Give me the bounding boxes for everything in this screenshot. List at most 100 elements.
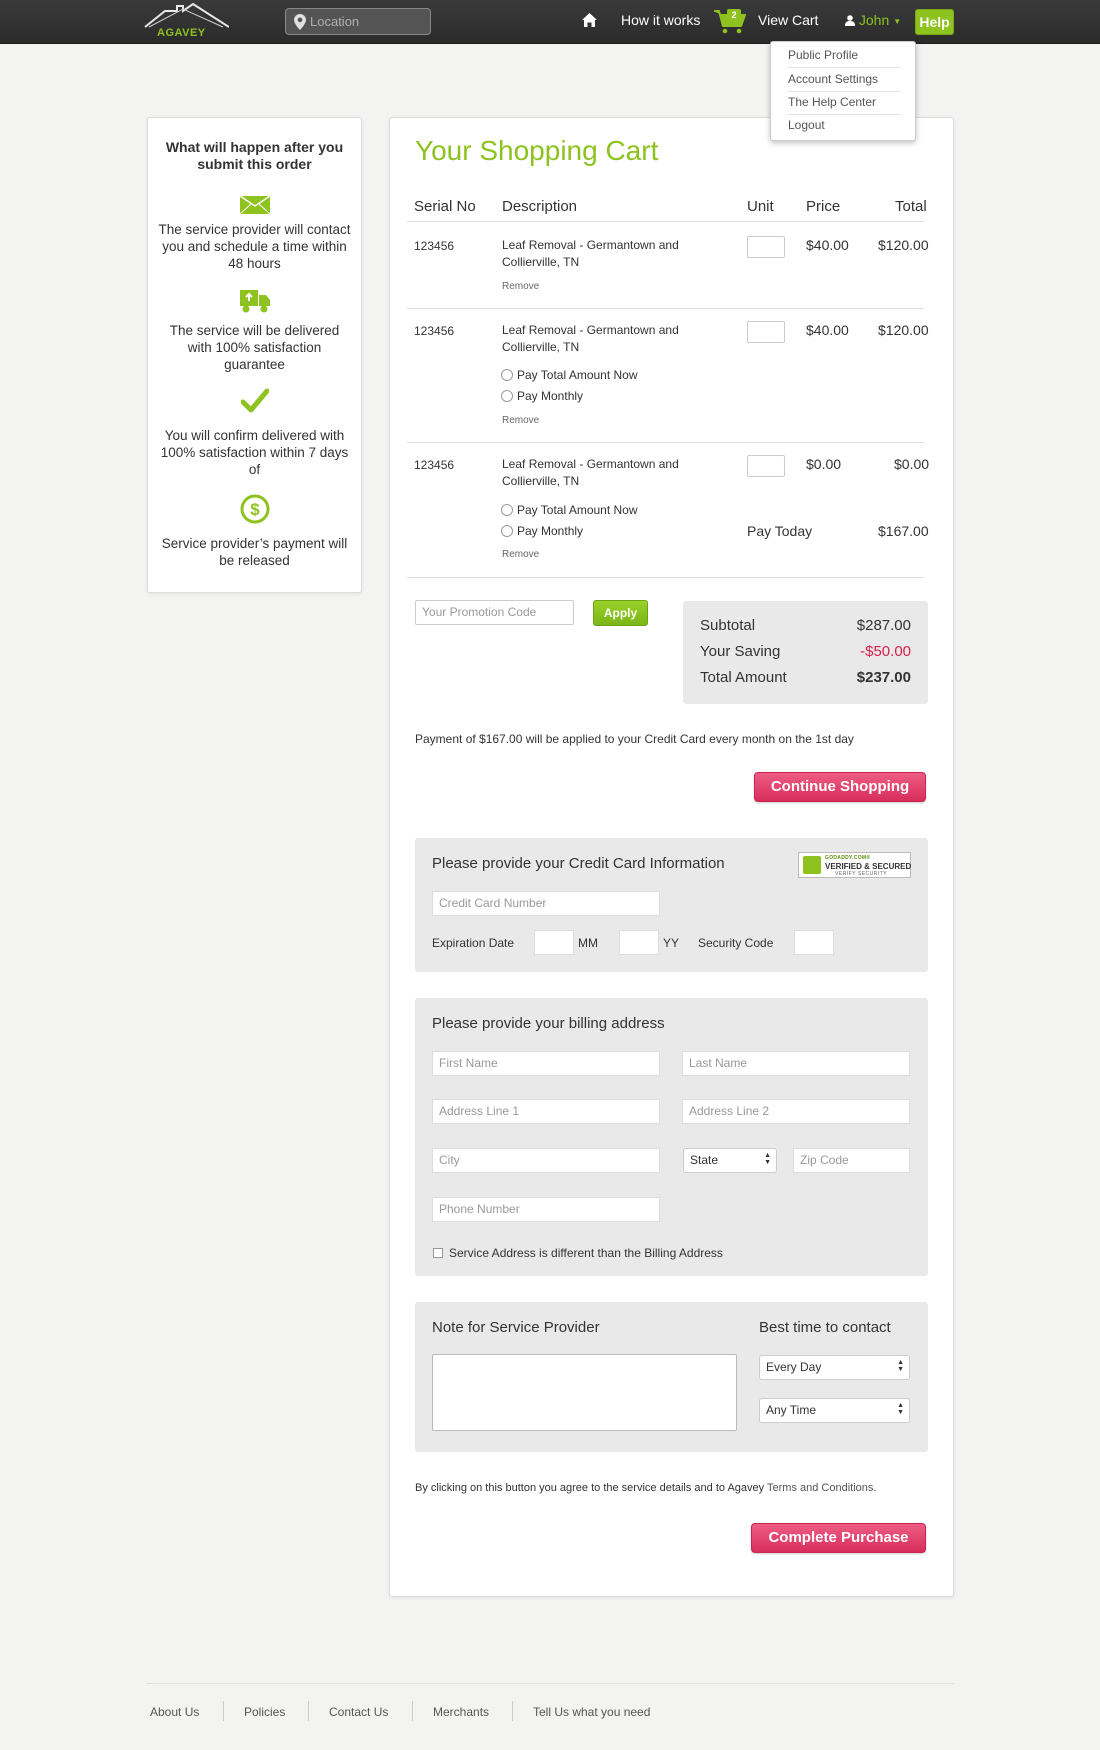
column-header-unit: Unit <box>747 198 774 215</box>
zip-code-input[interactable]: Zip Code <box>793 1148 910 1173</box>
price-cell: $40.00 <box>806 322 849 338</box>
credit-card-number-input[interactable]: Credit Card Number <box>432 891 660 916</box>
user-name: John <box>858 12 890 28</box>
unit-input[interactable] <box>747 321 785 343</box>
svg-text:$: $ <box>250 500 260 519</box>
pay-monthly-option[interactable]: Pay Monthly <box>501 389 583 403</box>
security-code-label: Security Code <box>698 936 774 950</box>
cart-icon[interactable]: 2 <box>714 8 746 34</box>
table-divider <box>407 442 924 443</box>
mm-label: MM <box>578 936 598 950</box>
badge-verify-link: VERIFY SECURITY <box>835 871 888 877</box>
truck-icon <box>240 290 270 313</box>
footer-separator <box>308 1701 309 1721</box>
menu-item-logout[interactable]: Logout <box>788 114 900 137</box>
pay-total-now-option[interactable]: Pay Total Amount Now <box>501 503 638 517</box>
menu-item-public-profile[interactable]: Public Profile <box>788 44 900 67</box>
column-header-price: Price <box>806 198 841 215</box>
footer-divider <box>147 1683 954 1684</box>
apply-button[interactable]: Apply <box>593 600 648 626</box>
footer-link-about[interactable]: About Us <box>150 1705 199 1719</box>
pay-monthly-option[interactable]: Pay Monthly <box>501 524 583 538</box>
best-time-title: Best time to contact <box>759 1319 891 1336</box>
menu-item-account-settings[interactable]: Account Settings <box>788 68 900 91</box>
different-address-checkbox[interactable] <box>433 1248 443 1258</box>
best-day-select[interactable]: Every Day ▲ ▼ <box>759 1355 910 1380</box>
footer-link-tell-us[interactable]: Tell Us what you need <box>533 1705 650 1719</box>
select-arrows-icon: ▲ ▼ <box>897 1402 904 1416</box>
radio-button[interactable] <box>501 390 513 402</box>
radio-button[interactable] <box>501 504 513 516</box>
state-select-value: State <box>690 1153 719 1167</box>
state-select[interactable]: State ▲ ▼ <box>683 1148 777 1173</box>
godaddy-verified-badge[interactable]: GODADDY.COM® VERIFIED & SECURED VERIFY S… <box>798 852 911 878</box>
caret-down-icon: ▼ <box>893 16 902 26</box>
location-search[interactable] <box>285 8 431 35</box>
address-line-2-input[interactable]: Address Line 2 <box>682 1099 910 1124</box>
cart-count-badge: 2 <box>727 9 741 21</box>
location-input[interactable] <box>310 12 426 31</box>
serial-cell: 123456 <box>414 239 455 253</box>
user-menu-toggle[interactable]: John ▼ <box>845 12 901 28</box>
continue-shopping-button[interactable]: Continue Shopping <box>754 772 926 802</box>
select-arrows-icon: ▲ ▼ <box>897 1359 904 1373</box>
price-cell: $0.00 <box>806 456 842 472</box>
complete-purchase-button[interactable]: Complete Purchase <box>751 1523 926 1553</box>
order-summary-box: Subtotal $287.00 Your Saving -$50.00 Tot… <box>683 601 928 704</box>
description-cell: Leaf Removal - Germantown and Colliervil… <box>502 457 679 488</box>
best-time-value: Any Time <box>766 1403 817 1417</box>
user-icon <box>845 15 855 26</box>
radio-label: Pay Monthly <box>517 524 584 538</box>
agavey-logo[interactable]: AGAVEY <box>143 3 229 41</box>
unit-input[interactable] <box>747 455 785 477</box>
description-cell: Leaf Removal - Germantown and Colliervil… <box>502 238 679 269</box>
total-cell: $120.00 <box>878 237 929 253</box>
total-cell: $120.00 <box>878 322 929 338</box>
help-button[interactable]: Help <box>915 9 954 35</box>
expiration-year-input[interactable] <box>619 930 659 955</box>
city-input[interactable]: City <box>432 1148 660 1173</box>
footer-link-policies[interactable]: Policies <box>244 1705 285 1719</box>
terms-link[interactable]: Terms and Conditions <box>767 1482 873 1494</box>
pay-total-now-option[interactable]: Pay Total Amount Now <box>501 368 638 382</box>
promotion-code-input[interactable]: Your Promotion Code <box>415 600 574 625</box>
best-time-select[interactable]: Any Time ▲ ▼ <box>759 1398 910 1423</box>
footer-link-merchants[interactable]: Merchants <box>433 1705 489 1719</box>
phone-number-input[interactable]: Phone Number <box>432 1197 660 1222</box>
radio-button[interactable] <box>501 369 513 381</box>
address-line-1-input[interactable]: Address Line 1 <box>432 1099 660 1124</box>
checkmark-icon <box>241 388 269 413</box>
house-roof-icon <box>144 3 229 28</box>
price-cell: $40.00 <box>806 237 849 253</box>
expiration-month-input[interactable] <box>534 930 574 955</box>
radio-label: Pay Monthly <box>517 389 584 403</box>
security-code-input[interactable] <box>794 930 834 955</box>
unit-input[interactable] <box>747 236 785 258</box>
badge-verified-text: VERIFIED & SECURED <box>825 862 912 871</box>
table-divider <box>407 308 924 309</box>
pay-today-label: Pay Today <box>747 523 813 539</box>
map-pin-icon <box>294 14 306 30</box>
note-textarea[interactable] <box>432 1354 737 1431</box>
lock-shield-icon <box>803 856 821 874</box>
remove-link[interactable]: Remove <box>502 281 539 292</box>
view-cart-link[interactable]: View Cart <box>758 12 818 28</box>
home-icon[interactable] <box>582 13 597 27</box>
serial-cell: 123456 <box>414 458 455 472</box>
how-it-works-link[interactable]: How it works <box>621 12 700 28</box>
subtotal-value: $287.00 <box>856 617 911 634</box>
step-text: The service provider will contact you an… <box>158 222 351 271</box>
billing-title: Please provide your billing address <box>432 1015 665 1032</box>
menu-item-help-center[interactable]: The Help Center <box>788 91 900 114</box>
provider-note-panel: Note for Service Provider Best time to c… <box>415 1302 928 1452</box>
footer-link-contact[interactable]: Contact Us <box>329 1705 388 1719</box>
radio-button[interactable] <box>501 525 513 537</box>
yy-label: YY <box>663 936 680 950</box>
last-name-input[interactable]: Last Name <box>682 1051 910 1076</box>
remove-link[interactable]: Remove <box>502 549 539 560</box>
first-name-input[interactable]: First Name <box>432 1051 660 1076</box>
total-amount-value: $237.00 <box>856 669 911 686</box>
remove-link[interactable]: Remove <box>502 415 539 426</box>
expiration-date-label: Expiration Date <box>432 936 515 950</box>
page-title: Your Shopping Cart <box>415 135 659 166</box>
